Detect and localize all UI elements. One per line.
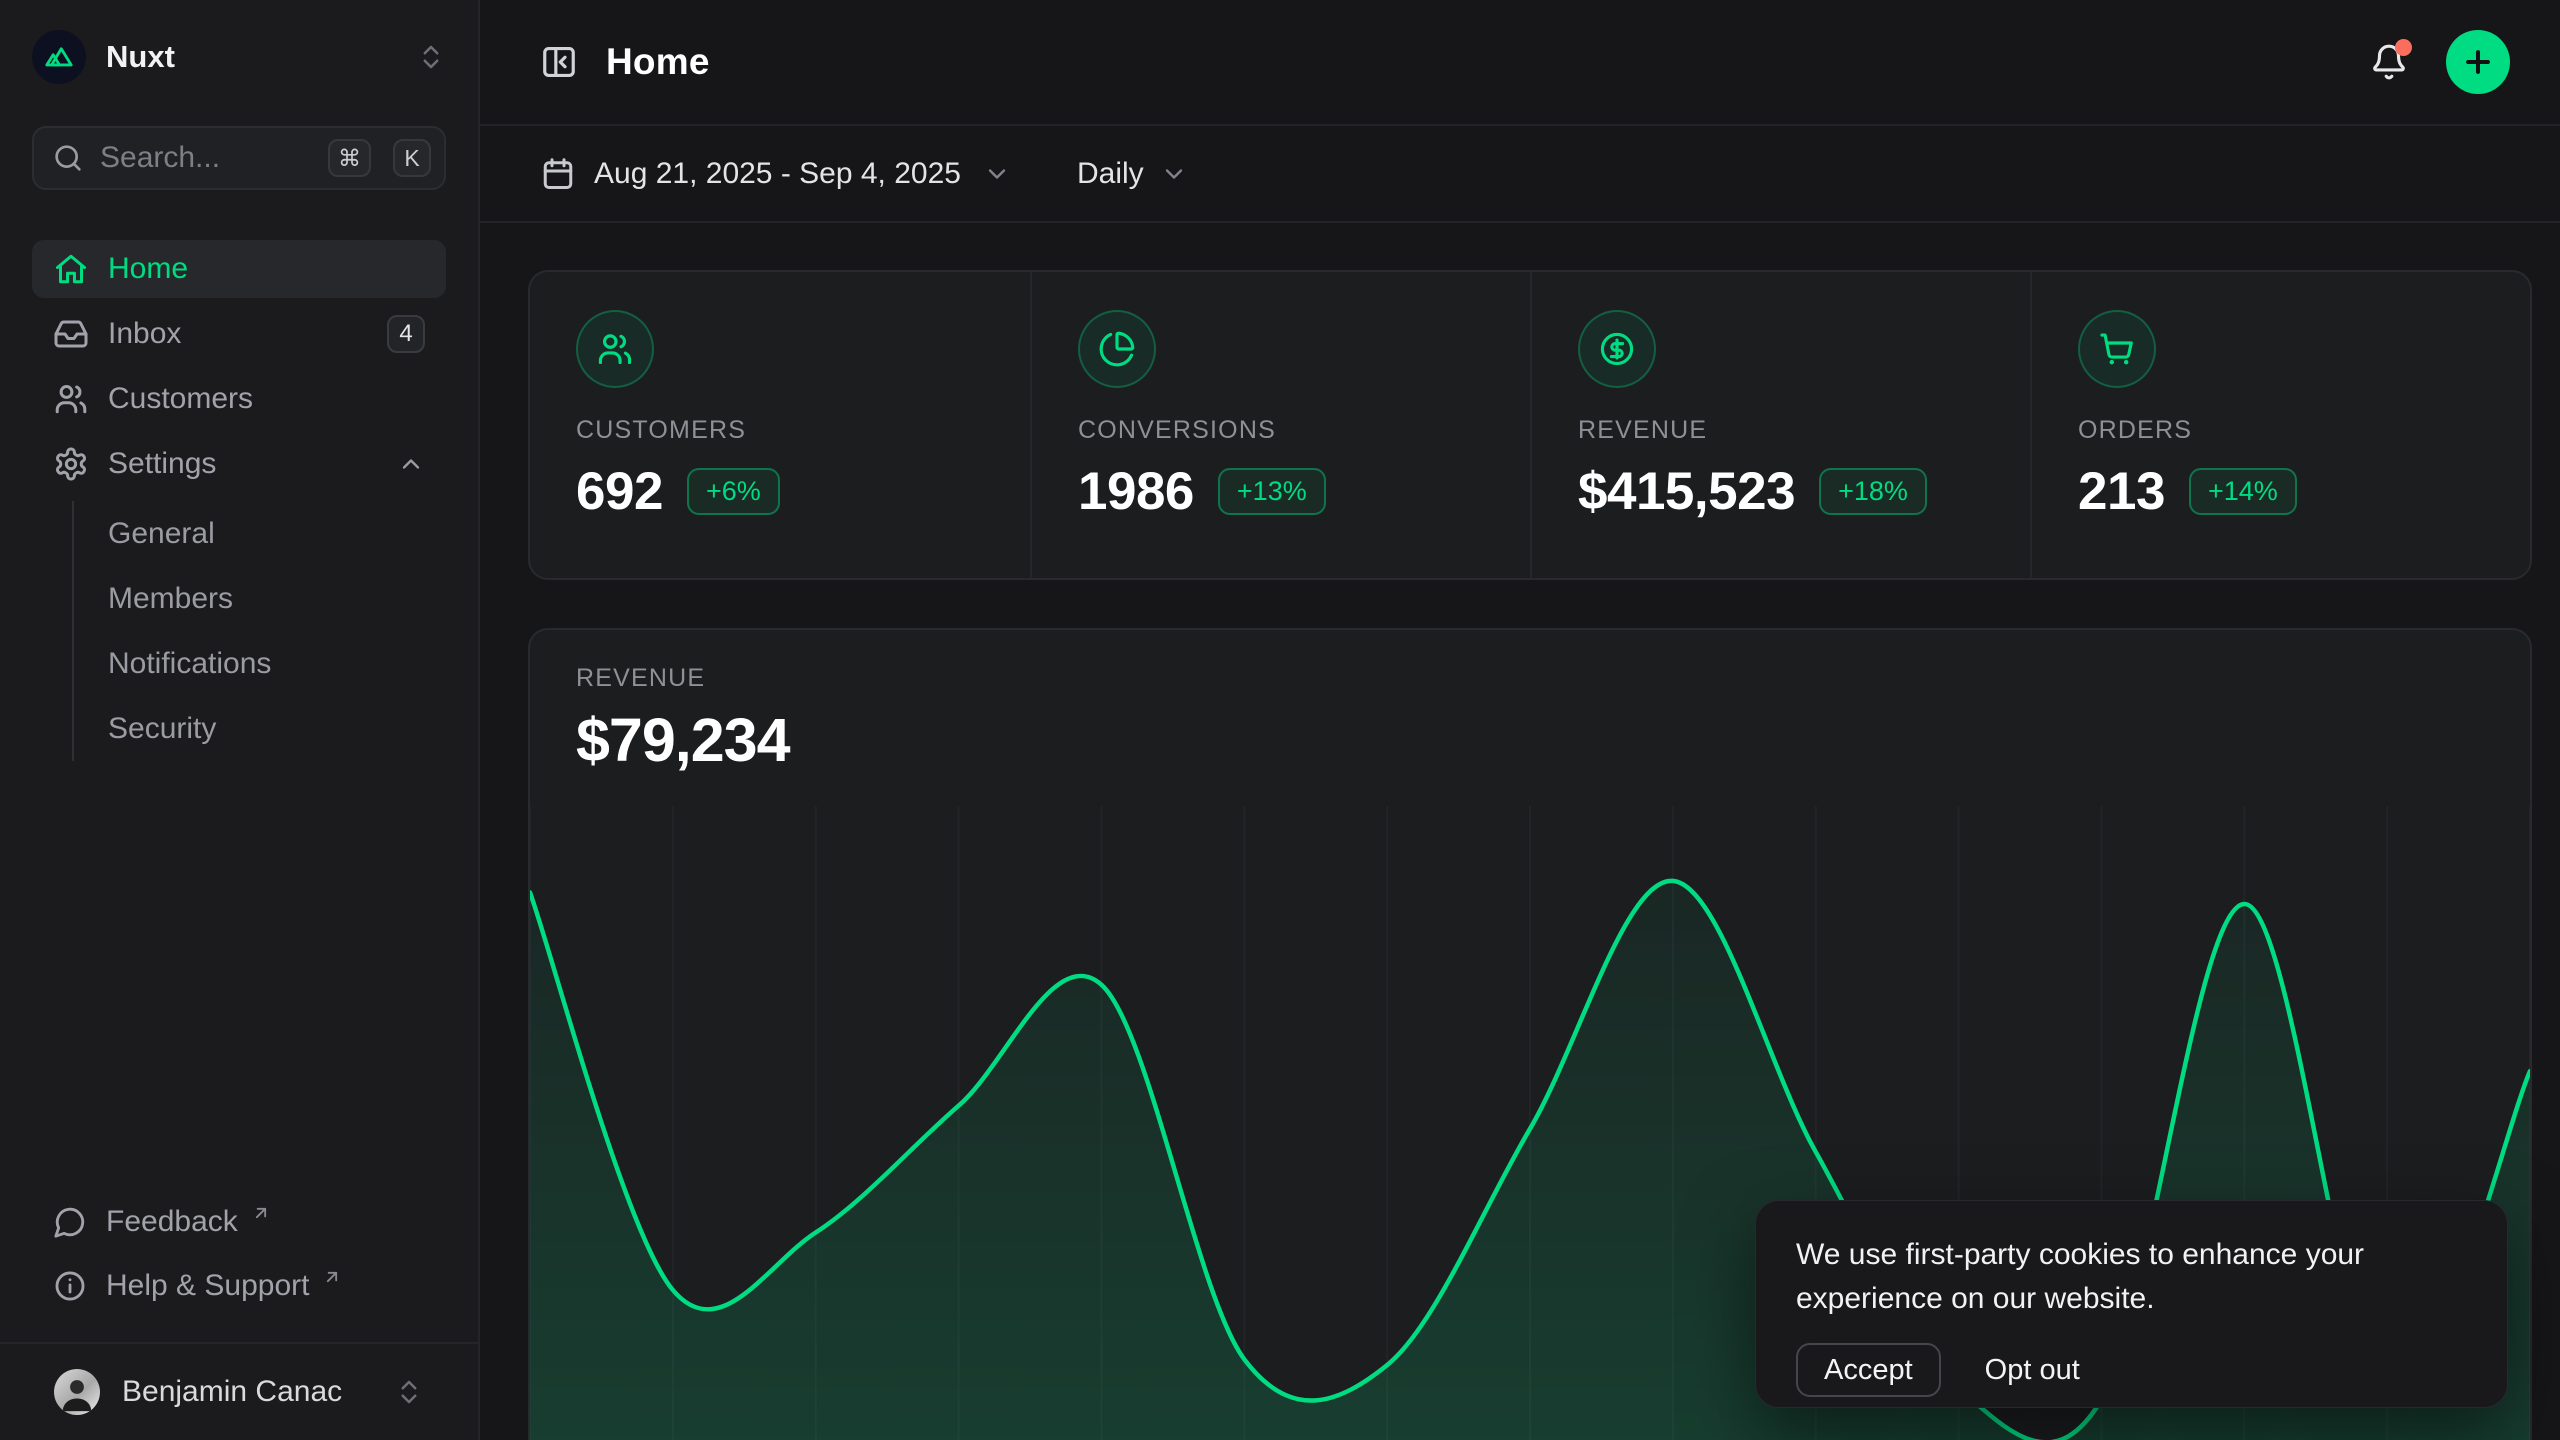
stat-label: CUSTOMERS <box>576 416 984 445</box>
cart-icon <box>2078 310 2156 388</box>
home-icon <box>53 251 89 287</box>
revenue-chart-header: REVENUE $79,234 <box>530 630 2530 775</box>
external-link-icon <box>322 1267 342 1287</box>
stat-label: CONVERSIONS <box>1078 416 1484 445</box>
cookie-consent-banner: We use first-party cookies to enhance yo… <box>1755 1200 2508 1408</box>
search-placeholder: Search... <box>100 141 306 175</box>
chevron-down-icon <box>1160 160 1188 188</box>
notification-dot <box>2395 39 2412 56</box>
stat-card-orders[interactable]: ORDERS 213 +14% <box>2030 272 2530 578</box>
stat-value: 692 <box>576 461 663 522</box>
sidebar-item-label: Home <box>108 252 188 286</box>
accept-button[interactable]: Accept <box>1796 1343 1941 1397</box>
feedback-label: Feedback <box>106 1205 238 1239</box>
info-circle-icon <box>53 1269 87 1303</box>
sidebar: Nuxt Search... ⌘ K Home Inbox 4 <box>0 0 480 1440</box>
chevrons-up-down-icon <box>416 42 446 72</box>
sidebar-item-members[interactable]: Members <box>74 566 446 631</box>
page-header: Home <box>480 0 2560 126</box>
period-value: Daily <box>1077 157 1144 191</box>
stat-value: 213 <box>2078 461 2165 522</box>
stat-delta-badge: +18% <box>1819 468 1927 515</box>
stat-label: ORDERS <box>2078 416 2484 445</box>
period-select[interactable]: Daily <box>1077 157 1188 191</box>
sidebar-item-general[interactable]: General <box>74 501 446 566</box>
inbox-count-badge: 4 <box>387 315 425 353</box>
search-icon <box>52 142 84 174</box>
help-support-label: Help & Support <box>106 1269 309 1303</box>
stat-delta-badge: +6% <box>687 468 780 515</box>
cookie-message: We use first-party cookies to enhance yo… <box>1796 1233 2406 1321</box>
opt-out-button[interactable]: Opt out <box>1985 1354 2080 1387</box>
search-input[interactable]: Search... ⌘ K <box>32 126 446 190</box>
kbd-cmd: ⌘ <box>328 139 371 177</box>
inbox-icon <box>53 316 89 352</box>
stats-row: CUSTOMERS 692 +6% CONVERSIONS 1986 +13% … <box>528 270 2532 580</box>
date-range-picker[interactable]: Aug 21, 2025 - Sep 4, 2025 <box>540 156 1011 192</box>
revenue-chart-value: $79,234 <box>576 705 2484 775</box>
pie-chart-icon <box>1078 310 1156 388</box>
chat-bubble-icon <box>53 1205 87 1239</box>
calendar-icon <box>540 156 576 192</box>
sidebar-item-home[interactable]: Home <box>32 240 446 298</box>
chevron-down-icon <box>983 160 1011 188</box>
help-support-link[interactable]: Help & Support <box>32 1254 446 1318</box>
chevron-up-icon <box>397 450 425 478</box>
avatar <box>54 1369 100 1415</box>
sidebar-item-label: Customers <box>108 382 253 416</box>
dollar-circle-icon <box>1578 310 1656 388</box>
stat-value: 1986 <box>1078 461 1194 522</box>
gear-icon <box>53 446 89 482</box>
kbd-k: K <box>393 139 431 177</box>
sidebar-footer: Feedback Help & Support <box>32 1190 446 1342</box>
workspace-switcher[interactable]: Nuxt <box>32 30 446 84</box>
stat-label: REVENUE <box>1578 416 1984 445</box>
sidebar-item-settings[interactable]: Settings <box>32 435 446 493</box>
date-range-value: Aug 21, 2025 - Sep 4, 2025 <box>594 157 961 191</box>
sidebar-item-label: Inbox <box>108 317 181 351</box>
stat-card-revenue[interactable]: REVENUE $415,523 +18% <box>1530 272 2030 578</box>
cookie-actions: Accept Opt out <box>1796 1343 2467 1397</box>
sidebar-item-inbox[interactable]: Inbox 4 <box>32 305 446 363</box>
stat-delta-badge: +13% <box>1218 468 1326 515</box>
revenue-chart-label: REVENUE <box>576 664 2484 693</box>
stat-card-customers[interactable]: CUSTOMERS 692 +6% <box>530 272 1030 578</box>
users-icon <box>576 310 654 388</box>
stat-delta-badge: +14% <box>2189 468 2297 515</box>
sidebar-collapse-button[interactable] <box>540 43 578 81</box>
stat-value: $415,523 <box>1578 461 1795 522</box>
add-button[interactable] <box>2446 30 2510 94</box>
sidebar-item-customers[interactable]: Customers <box>32 370 446 428</box>
stat-card-conversions[interactable]: CONVERSIONS 1986 +13% <box>1030 272 1530 578</box>
settings-sub-nav: General Members Notifications Security <box>72 501 446 761</box>
sidebar-nav: Home Inbox 4 Customers Settings Genera <box>32 240 446 761</box>
notifications-button[interactable] <box>2370 43 2408 81</box>
sidebar-item-label: Settings <box>108 447 216 481</box>
sidebar-item-notifications[interactable]: Notifications <box>74 631 446 696</box>
users-icon <box>53 381 89 417</box>
page-title: Home <box>606 41 710 83</box>
filters-toolbar: Aug 21, 2025 - Sep 4, 2025 Daily <box>480 126 2560 223</box>
brand-name: Nuxt <box>106 39 175 75</box>
header-actions <box>2370 30 2510 94</box>
external-link-icon <box>251 1203 271 1223</box>
chevrons-up-down-icon <box>394 1377 424 1407</box>
plus-icon <box>2461 45 2495 79</box>
sidebar-item-security[interactable]: Security <box>74 696 446 761</box>
feedback-link[interactable]: Feedback <box>32 1190 446 1254</box>
nuxt-logo-icon <box>32 30 86 84</box>
user-menu[interactable]: Benjamin Canac <box>0 1342 478 1440</box>
user-name: Benjamin Canac <box>122 1375 342 1409</box>
